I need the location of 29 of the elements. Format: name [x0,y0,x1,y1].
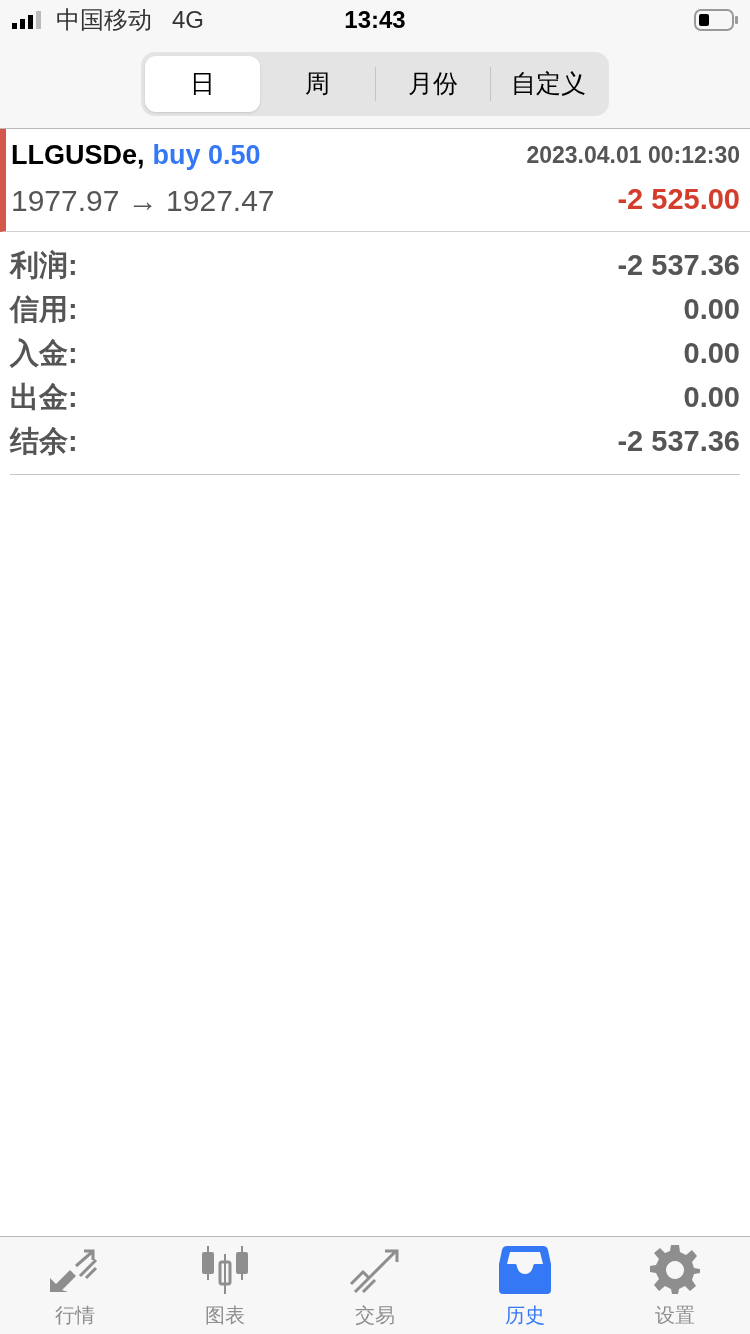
summary-label: 出金: [10,379,78,415]
summary-value: 0.00 [683,291,740,327]
period-tab[interactable]: 日 [145,56,260,112]
trend-icon [349,1248,401,1294]
summary-value: 0.00 [683,335,740,371]
carrier-name: 中国移动 [56,5,152,35]
trade-side: buy 0.50 [152,139,261,172]
period-tab[interactable]: 自定义 [491,56,605,112]
trade-time: 2023.04.01 00:12:30 [526,141,740,170]
candlestick-icon [199,1246,251,1294]
summary-value: -2 537.36 [617,423,740,459]
summary-label: 信用: [10,291,78,327]
period-tab[interactable]: 周 [260,56,375,112]
network-type: 4G [172,5,204,35]
summary-label: 结余: [10,423,78,459]
period-tab[interactable]: 月份 [376,56,490,112]
battery-icon [694,9,738,31]
price-change: 1977.97 → 1927.47 [11,182,275,219]
inbox-icon [499,1246,551,1294]
summary-value: 0.00 [683,379,740,415]
summary-label: 入金: [10,335,78,371]
tab-bar-item[interactable]: 历史 [450,1237,600,1334]
settings-icon [650,1244,700,1294]
summary-label: 利润: [10,247,78,283]
symbol: LLGUSDe, [11,139,145,172]
summary-value: -2 537.36 [617,247,740,283]
clock-time: 13:43 [344,5,406,35]
trade-profit: -2 525.00 [617,182,740,218]
trade-row[interactable]: LLGUSDe, buy 0.50 2023.04.01 00:12:30 1977.97 → 1927.47 -2 525.00 [0,129,750,232]
